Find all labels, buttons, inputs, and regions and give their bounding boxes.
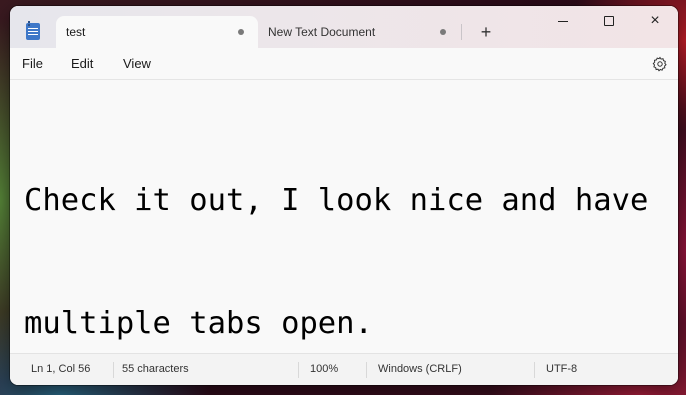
- tab-new-text-document[interactable]: New Text Document: [260, 16, 460, 48]
- close-icon: ×: [650, 12, 660, 29]
- menu-file[interactable]: File: [16, 54, 49, 74]
- new-tab-button[interactable]: +: [472, 18, 500, 46]
- status-divider: [534, 362, 535, 378]
- cursor-position: Ln 1, Col 56: [31, 363, 91, 375]
- maximize-button[interactable]: [586, 6, 632, 36]
- title-bar[interactable]: test New Text Document + ×: [10, 6, 678, 48]
- tab-label: New Text Document: [268, 25, 376, 39]
- tab-label: test: [66, 25, 86, 39]
- settings-button[interactable]: [648, 53, 672, 75]
- minimize-button[interactable]: [540, 6, 586, 36]
- tab-divider: [461, 24, 462, 40]
- status-divider: [113, 362, 114, 378]
- gear-icon: [652, 56, 667, 72]
- minimize-icon: [558, 20, 568, 22]
- menu-edit[interactable]: Edit: [65, 54, 99, 74]
- menu-bar: File Edit View: [10, 48, 678, 80]
- editor-line: Check it out, I look nice and have: [24, 183, 649, 218]
- unsaved-dot-icon[interactable]: [440, 29, 446, 35]
- zoom-level[interactable]: 100%: [310, 354, 338, 385]
- close-button[interactable]: ×: [632, 6, 678, 36]
- app-icon-area: [10, 14, 56, 48]
- unsaved-dot-icon[interactable]: [238, 29, 244, 35]
- status-divider: [298, 362, 299, 378]
- status-bar: Ln 1, Col 56 55 characters 100% Windows …: [10, 353, 678, 385]
- menu-view[interactable]: View: [117, 54, 157, 74]
- tab-test[interactable]: test: [56, 16, 258, 48]
- plus-icon: +: [480, 21, 492, 42]
- notepad-window: test New Text Document + × File Edit Vie…: [10, 6, 678, 385]
- maximize-icon: [604, 16, 614, 26]
- notepad-icon: [26, 20, 40, 40]
- text-editor[interactable]: Check it out, I look nice and have multi…: [10, 80, 678, 353]
- editor-line: multiple tabs open.: [24, 306, 373, 341]
- status-divider: [366, 362, 367, 378]
- encoding[interactable]: UTF-8: [546, 354, 577, 385]
- line-ending[interactable]: Windows (CRLF): [378, 354, 462, 385]
- character-count: 55 characters: [122, 363, 189, 375]
